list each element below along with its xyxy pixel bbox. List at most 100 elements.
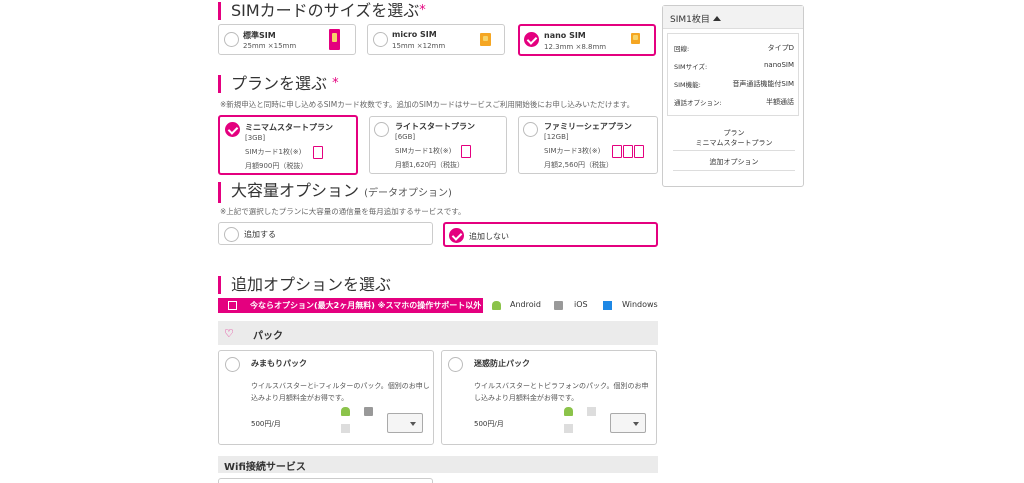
sim-card-icon (461, 145, 471, 158)
ios-icon (554, 301, 563, 310)
summary-value: 音声通話機能付SIM (732, 80, 794, 88)
radio-button-checked[interactable] (225, 122, 240, 137)
addon-quantity-select[interactable] (387, 413, 423, 433)
summary-row-sim-size: SIMサイズ: nanoSIM (674, 61, 794, 71)
pack-icon: ♡ (224, 327, 234, 340)
sim-card-icon (634, 145, 644, 158)
sim-size-title: SIMカードのサイズを選ぶ* (218, 2, 426, 20)
required-mark: * (419, 3, 426, 18)
summary-value: 半額通話 (766, 98, 794, 106)
plan-name: ライトスタートプラン (395, 122, 475, 131)
summary-key: 通話オプション: (674, 99, 722, 107)
sim-option-nano[interactable]: nano SIM 12.3mm ×8.8mm (518, 24, 656, 56)
wifi-heading: Wifi接続サービス (224, 462, 306, 473)
sim-card-icon (329, 29, 340, 50)
sim-option-standard[interactable]: 標準SIM 25mm ×15mm (218, 24, 356, 55)
sim-card-icon (623, 145, 633, 158)
summary-value: タイプD (767, 44, 794, 52)
plan-option-light[interactable]: ライトスタートプラン [6GB] SIMカード1枚(※) 月額1,620円（税抜… (369, 116, 507, 174)
windows-icon (564, 424, 573, 433)
plan-price: 月額2,560円（税抜） (544, 161, 614, 169)
addon-card-price: 500円/月 (251, 420, 281, 428)
capacity-note: ※上記で選択したプランに大容量の通信量を毎月追加するサービスです。 (220, 207, 466, 216)
promo-banner: 今ならオプション(最大2ヶ月無料) ※スマホの操作サポート以外 (218, 298, 483, 313)
radio-button[interactable] (224, 32, 239, 47)
radio-button[interactable] (448, 357, 463, 372)
sim-option-label: micro SIM (392, 30, 437, 39)
summary-plan-label: プラン (723, 129, 745, 137)
capacity-title: 大容量オプション (データオプション) (218, 182, 452, 203)
capacity-add[interactable]: 追加する (218, 222, 433, 245)
radio-button[interactable] (523, 122, 538, 137)
addon-card-title: みまもりパック (251, 359, 307, 368)
plan-price: 月額900円（税抜） (245, 162, 308, 170)
sim-option-micro[interactable]: micro SIM 15mm ×12mm (367, 24, 505, 55)
capacity-option-label: 追加しない (469, 232, 509, 241)
summary-key: SIMサイズ: (674, 63, 708, 71)
addon-card-desc: ウイルスバスターとトビラフォンのパック。個別のお申し込みより月額料金がお得です。 (474, 382, 649, 402)
sim-option-dims: 25mm ×15mm (243, 42, 297, 50)
plan-name: ミニマムスタートプラン (245, 123, 333, 132)
plan-sim-count: SIMカード1枚(※) (245, 148, 302, 156)
plan-name: ファミリーシェアプラン (544, 122, 632, 131)
summary-value: nanoSIM (764, 61, 794, 69)
sim-card-icon (313, 146, 323, 159)
plan-size: [3GB] (245, 134, 266, 142)
gift-icon (228, 301, 237, 310)
sim-card-icon (480, 33, 491, 46)
radio-button[interactable] (374, 122, 389, 137)
addon-card-mimamori[interactable]: みまもりパック ウイルスバスターとi-フィルターのパック。個別のお申し込みより月… (218, 350, 434, 445)
addon-title-text: 追加オプションを選ぶ (231, 275, 392, 294)
summary-addon-label: 追加オプション (709, 158, 759, 166)
summary-detail-box: 回線: タイプD SIMサイズ: nanoSIM SIM機能: 音声通話機能付SIM … (667, 33, 799, 116)
addon-card-desc: ウイルスバスターとi-フィルターのパック。個別のお申し込みより月額料金がお得です… (251, 382, 430, 402)
summary-key: SIM機能: (674, 81, 701, 89)
capacity-option-label: 追加する (244, 230, 276, 239)
promo-banner-text: 今ならオプション(最大2ヶ月無料) ※スマホの操作サポート以外 (250, 301, 482, 310)
divider (673, 170, 795, 171)
plan-option-family[interactable]: ファミリーシェアプラン [12GB] SIMカード3枚(※) 月額2,560円（… (518, 116, 658, 174)
addon-card-meiwaku[interactable]: 迷惑防止パック ウイルスバスターとトビラフォンのパック。個別のお申し込みより月額… (441, 350, 657, 445)
android-icon (492, 301, 501, 310)
plan-size: [6GB] (395, 133, 416, 141)
summary-row-line: 回線: タイプD (674, 43, 794, 53)
sim-option-label: nano SIM (544, 31, 586, 40)
os-windows-label: Windows (622, 300, 658, 309)
ios-icon (587, 407, 596, 416)
plan-sim-count: SIMカード3枚(※) (544, 147, 601, 155)
plan-option-minimum[interactable]: ミニマムスタートプラン [3GB] SIMカード1枚(※) 月額900円（税抜） (218, 115, 358, 175)
ios-icon (364, 407, 373, 416)
capacity-no-add[interactable]: 追加しない (443, 222, 658, 247)
capacity-title-text: 大容量オプション (231, 181, 360, 200)
radio-button-checked[interactable] (449, 228, 464, 243)
radio-button-checked[interactable] (524, 32, 539, 47)
summary-row-sim-function: SIM機能: 音声通話機能付SIM (674, 79, 794, 89)
sim-option-dims: 15mm ×12mm (392, 42, 446, 50)
required-mark: * (332, 76, 339, 91)
android-icon (564, 407, 573, 416)
radio-button[interactable] (225, 357, 240, 372)
sim-card-icon (631, 33, 640, 44)
addon-quantity-select[interactable] (610, 413, 646, 433)
radio-button[interactable] (373, 32, 388, 47)
summary-header[interactable]: SIM1枚目 (663, 6, 803, 29)
summary-header-text: SIM1枚目 (670, 15, 710, 25)
plan-note: ※新規申込と同時に申し込めるSIMカード枚数です。追加のSIMカードはサービスご… (220, 100, 635, 109)
os-android-label: Android (510, 300, 541, 309)
summary-row-call-option: 通話オプション: 半額通話 (674, 97, 794, 107)
plan-size: [12GB] (544, 133, 569, 141)
plan-title: プランを選ぶ * (218, 75, 339, 93)
radio-button[interactable] (224, 227, 239, 242)
pack-heading: パック (253, 331, 283, 342)
plan-sim-count: SIMカード1枚(※) (395, 147, 452, 155)
capacity-subtitle: (データオプション) (364, 188, 452, 199)
plan-title-text: プランを選ぶ (231, 74, 328, 93)
sim-size-title-text: SIMカードのサイズを選ぶ (231, 1, 420, 20)
chevron-up-icon (712, 16, 721, 21)
summary-key: 回線: (674, 45, 690, 53)
wifi-option-card[interactable] (218, 478, 433, 483)
summary-plan-value: ミニマムスタートプラン (695, 139, 773, 147)
order-summary-panel: SIM1枚目 回線: タイプD SIMサイズ: nanoSIM SIM機能: 音声通話… (662, 5, 804, 187)
windows-icon (341, 424, 350, 433)
sim-option-label: 標準SIM (243, 31, 276, 40)
